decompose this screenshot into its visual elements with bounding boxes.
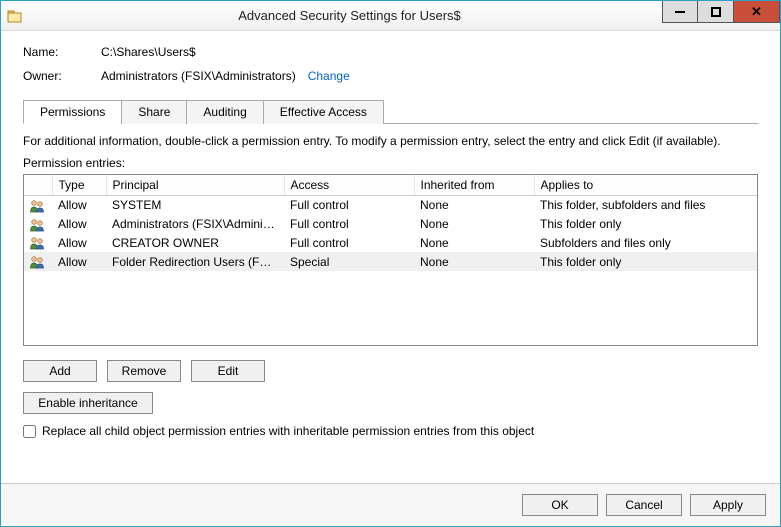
table-row[interactable]: AllowSYSTEMFull controlNoneThis folder, … [24,196,757,215]
entries-label: Permission entries: [23,156,758,170]
cell-type: Allow [52,234,106,253]
tab-body: For additional information, double-click… [23,124,758,473]
replace-checkbox-label: Replace all child object permission entr… [42,424,534,438]
remove-button[interactable]: Remove [107,360,181,382]
window-icon [1,8,29,24]
cell-type: Allow [52,252,106,271]
tab-effective-access[interactable]: Effective Access [263,100,384,124]
action-buttons: Add Remove Edit [23,360,758,382]
inheritance-row: Enable inheritance [23,392,758,414]
close-button[interactable] [734,1,780,23]
table-row[interactable]: AllowCREATOR OWNERFull controlNoneSubfol… [24,234,757,253]
cell-principal: Folder Redirection Users (FSIX... [106,252,284,271]
enable-inheritance-button[interactable]: Enable inheritance [23,392,153,414]
replace-checkbox-row: Replace all child object permission entr… [23,424,758,438]
ok-button[interactable]: OK [522,494,598,516]
col-icon-header[interactable] [24,175,52,196]
cell-applies: This folder only [534,215,757,234]
principal-icon [24,234,52,253]
minimize-button[interactable] [662,1,698,23]
window-controls [662,1,780,23]
cell-access: Full control [284,196,414,215]
change-owner-link[interactable]: Change [308,69,350,83]
cell-type: Allow [52,215,106,234]
col-inherited-header[interactable]: Inherited from [414,175,534,196]
name-value: C:\Shares\Users$ [101,45,196,59]
maximize-button[interactable] [698,1,734,23]
cell-inherited: None [414,252,534,271]
name-label: Name: [23,45,101,59]
principal-icon [24,196,52,215]
tab-share[interactable]: Share [121,100,187,124]
add-button[interactable]: Add [23,360,97,382]
col-principal-header[interactable]: Principal [106,175,284,196]
cell-principal: CREATOR OWNER [106,234,284,253]
principal-icon [24,215,52,234]
edit-button[interactable]: Edit [191,360,265,382]
cell-access: Full control [284,234,414,253]
owner-value: Administrators (FSIX\Administrators) [101,69,296,83]
replace-checkbox[interactable] [23,425,36,438]
security-settings-window: Advanced Security Settings for Users$ Na… [0,0,781,527]
table-row[interactable]: AllowFolder Redirection Users (FSIX...Sp… [24,252,757,271]
table-row[interactable]: AllowAdministrators (FSIX\Adminis...Full… [24,215,757,234]
cell-applies: Subfolders and files only [534,234,757,253]
cell-access: Full control [284,215,414,234]
cell-type: Allow [52,196,106,215]
cell-principal: Administrators (FSIX\Adminis... [106,215,284,234]
dialog-footer: OK Cancel Apply [1,483,780,526]
table-header-row: Type Principal Access Inherited from App… [24,175,757,196]
name-row: Name: C:\Shares\Users$ [23,45,758,59]
tab-strip: Permissions Share Auditing Effective Acc… [23,99,758,124]
owner-row: Owner: Administrators (FSIX\Administrato… [23,69,758,83]
cell-applies: This folder, subfolders and files [534,196,757,215]
cancel-button[interactable]: Cancel [606,494,682,516]
col-access-header[interactable]: Access [284,175,414,196]
permission-table: Type Principal Access Inherited from App… [23,174,758,346]
cell-principal: SYSTEM [106,196,284,215]
help-text: For additional information, double-click… [23,134,758,148]
apply-button[interactable]: Apply [690,494,766,516]
owner-label: Owner: [23,69,101,83]
tab-permissions[interactable]: Permissions [23,100,122,124]
tab-auditing[interactable]: Auditing [186,100,263,124]
cell-inherited: None [414,234,534,253]
cell-access: Special [284,252,414,271]
principal-icon [24,252,52,271]
cell-inherited: None [414,196,534,215]
titlebar: Advanced Security Settings for Users$ [1,1,780,31]
cell-inherited: None [414,215,534,234]
col-applies-header[interactable]: Applies to [534,175,757,196]
col-type-header[interactable]: Type [52,175,106,196]
cell-applies: This folder only [534,252,757,271]
content-area: Name: C:\Shares\Users$ Owner: Administra… [1,31,780,483]
